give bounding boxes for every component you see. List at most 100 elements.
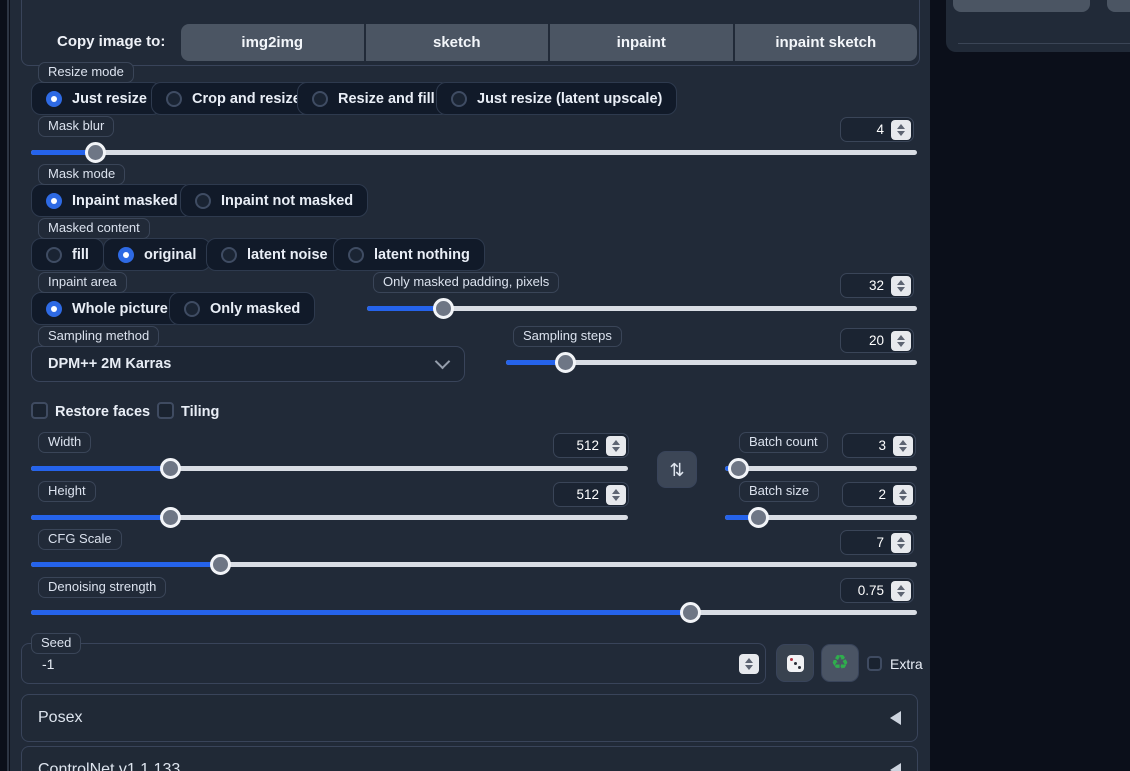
width-number-input[interactable]: 512	[553, 433, 629, 458]
seed-spinner[interactable]	[739, 654, 759, 674]
copy-to-sketch-button[interactable]: sketch	[366, 24, 549, 61]
radio-label: Just resize (latent upscale)	[477, 91, 662, 107]
chevron-down-icon	[435, 354, 451, 370]
mask-blur-slider[interactable]	[31, 142, 917, 163]
radio-only-masked[interactable]: Only masked	[169, 292, 315, 325]
height-spinner[interactable]	[606, 485, 626, 505]
copy-to-img2img-button[interactable]: img2img	[181, 24, 364, 61]
right-panel-button-1[interactable]	[953, 0, 1090, 12]
radio-latent-nothing[interactable]: latent nothing	[333, 238, 485, 271]
radio-whole-picture[interactable]: Whole picture	[31, 292, 183, 325]
mask-blur-value: 4	[876, 122, 884, 137]
sampling-method-dropdown[interactable]: DPM++ 2M Karras	[31, 346, 465, 382]
radio-circle-icon	[184, 301, 200, 317]
sampling-steps-value: 20	[869, 333, 884, 348]
mask-blur-number-input[interactable]: 4	[840, 117, 914, 142]
denoising-strength-slider[interactable]	[31, 602, 917, 623]
posex-accordion-title: Posex	[38, 709, 82, 727]
radio-label: Only masked	[210, 301, 300, 317]
denoising-strength-label: Denoising strength	[38, 577, 166, 598]
radio-inpaint-not-masked[interactable]: Inpaint not masked	[180, 184, 368, 217]
batch-count-slider[interactable]	[725, 458, 917, 479]
only-masked-padding-number-input[interactable]: 32	[840, 273, 914, 298]
radio-selected-icon	[46, 91, 62, 107]
radio-original[interactable]: original	[103, 238, 211, 271]
slider-handle[interactable]	[433, 298, 454, 319]
height-number-input[interactable]: 512	[553, 482, 629, 507]
width-value: 512	[576, 438, 599, 453]
copy-to-inpaint-sketch-button[interactable]: inpaint sketch	[735, 24, 918, 61]
radio-just-resize-latent-upscale[interactable]: Just resize (latent upscale)	[436, 82, 677, 115]
swap-arrows-icon: ⇅	[669, 461, 684, 479]
radio-circle-icon	[166, 91, 182, 107]
masked-content-label: Masked content	[38, 218, 150, 239]
sampling-steps-slider[interactable]	[506, 352, 917, 373]
seed-value: -1	[42, 656, 54, 672]
radio-fill[interactable]: fill	[31, 238, 104, 271]
height-value: 512	[576, 487, 599, 502]
slider-handle[interactable]	[160, 507, 181, 528]
mask-blur-label: Mask blur	[38, 116, 114, 137]
collapse-arrow-icon	[890, 763, 901, 771]
cfg-scale-number-input[interactable]: 7	[840, 530, 914, 555]
batch-size-slider[interactable]	[725, 507, 917, 528]
radio-inpaint-masked[interactable]: Inpaint masked	[31, 184, 193, 217]
radio-just-resize[interactable]: Just resize	[31, 82, 162, 115]
mask-mode-label: Mask mode	[38, 164, 125, 185]
sampling-steps-number-input[interactable]: 20	[840, 328, 914, 353]
batch-count-label: Batch count	[739, 432, 828, 453]
slider-track	[31, 150, 917, 155]
random-seed-button[interactable]	[776, 644, 814, 682]
only-masked-padding-spinner[interactable]	[891, 276, 911, 296]
dice-icon	[787, 655, 804, 672]
extra-seed-checkbox[interactable]	[867, 656, 882, 671]
copy-image-to-button-group: img2img sketch inpaint inpaint sketch	[181, 24, 917, 61]
extra-seed-label: Extra	[890, 656, 923, 672]
restore-faces-label: Restore faces	[55, 404, 150, 420]
radio-circle-icon	[46, 247, 62, 263]
radio-resize-and-fill[interactable]: Resize and fill	[297, 82, 450, 115]
slider-handle[interactable]	[555, 352, 576, 373]
left-edge-divider	[7, 0, 9, 771]
radio-latent-noise[interactable]: latent noise	[206, 238, 343, 271]
only-masked-padding-slider[interactable]	[367, 298, 917, 319]
mask-blur-spinner[interactable]	[891, 120, 911, 140]
seed-input[interactable]: -1	[21, 643, 766, 684]
width-slider[interactable]	[31, 458, 628, 479]
width-spinner[interactable]	[606, 436, 626, 456]
radio-label: Inpaint not masked	[221, 193, 353, 209]
slider-handle[interactable]	[160, 458, 181, 479]
height-label: Height	[38, 481, 96, 502]
copy-image-to-label: Copy image to:	[57, 33, 165, 50]
cfg-scale-spinner[interactable]	[891, 533, 911, 553]
denoising-strength-spinner[interactable]	[891, 581, 911, 601]
slider-handle[interactable]	[210, 554, 231, 575]
batch-size-spinner[interactable]	[893, 485, 913, 505]
swap-width-height-button[interactable]: ⇅	[657, 451, 697, 488]
sampling-steps-spinner[interactable]	[891, 331, 911, 351]
batch-count-spinner[interactable]	[893, 436, 913, 456]
cfg-scale-slider[interactable]	[31, 554, 917, 575]
restore-faces-checkbox[interactable]	[31, 402, 48, 419]
denoising-strength-number-input[interactable]: 0.75	[840, 578, 914, 603]
copy-to-inpaint-button[interactable]: inpaint	[550, 24, 733, 61]
slider-handle[interactable]	[728, 458, 749, 479]
tiling-label: Tiling	[181, 404, 219, 420]
height-slider[interactable]	[31, 507, 628, 528]
radio-label: latent nothing	[374, 247, 470, 263]
right-panel-button-2[interactable]	[1107, 0, 1130, 12]
batch-count-number-input[interactable]: 3	[842, 433, 916, 458]
sampling-method-selected-value: DPM++ 2M Karras	[48, 356, 171, 372]
slider-handle[interactable]	[748, 507, 769, 528]
posex-accordion[interactable]: Posex	[21, 694, 918, 742]
radio-selected-icon	[46, 301, 62, 317]
radio-circle-icon	[348, 247, 364, 263]
reuse-seed-button[interactable]: ♻	[821, 644, 859, 682]
radio-selected-icon	[46, 193, 62, 209]
tiling-checkbox[interactable]	[157, 402, 174, 419]
slider-handle[interactable]	[680, 602, 701, 623]
batch-size-number-input[interactable]: 2	[842, 482, 916, 507]
radio-crop-and-resize[interactable]: Crop and resize	[151, 82, 316, 115]
controlnet-accordion[interactable]: ControlNet v1.1.133	[21, 746, 918, 771]
slider-handle[interactable]	[85, 142, 106, 163]
